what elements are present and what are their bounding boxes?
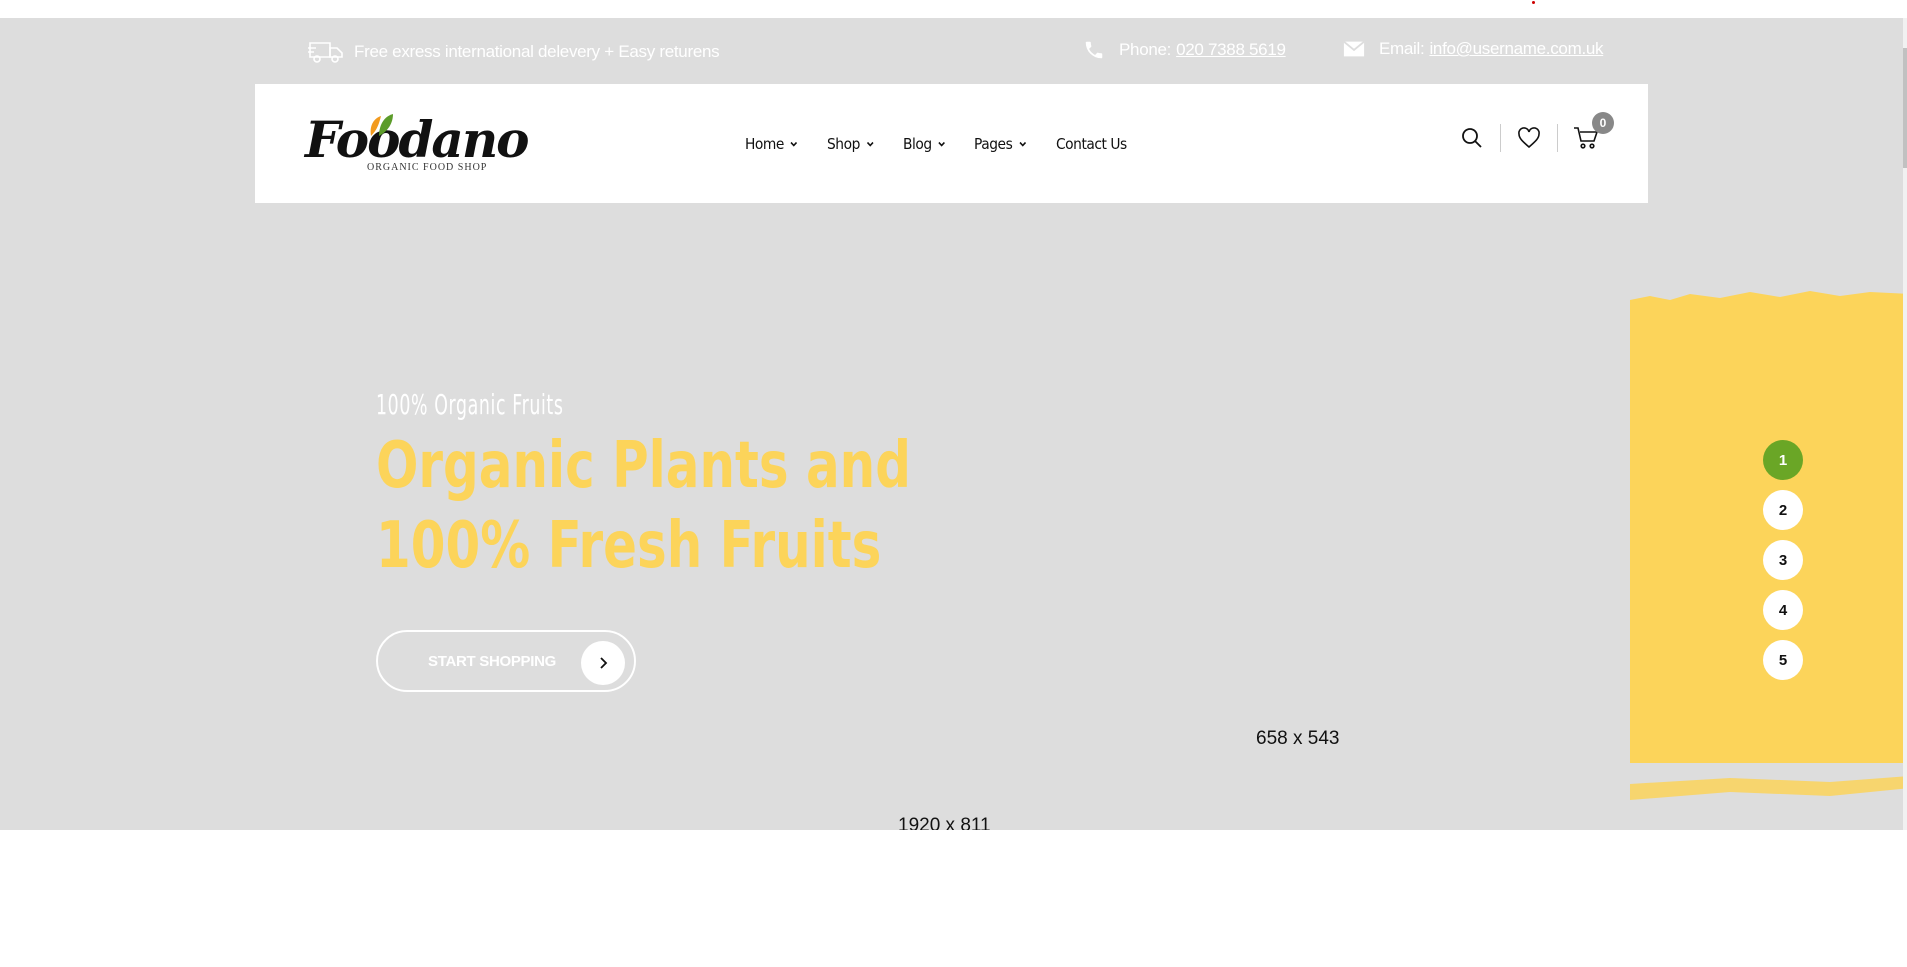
chevron-down-icon	[867, 141, 874, 147]
nav-item-pages[interactable]: Pages	[974, 135, 1027, 153]
delivery-info: Free exress international delevery + Eas…	[308, 39, 720, 65]
divider	[1557, 124, 1558, 152]
cta-label: START SHOPPING	[428, 652, 557, 670]
email-label: Email:	[1379, 39, 1425, 58]
cart-button[interactable]: 0	[1572, 112, 1614, 152]
email-link[interactable]: info@username.com.uk	[1429, 39, 1603, 59]
hero-title-line1: Organic Plants and	[376, 429, 911, 503]
hero-subtitle: 100% Organic Fruits	[376, 388, 564, 421]
page-scrollbar[interactable]	[1903, 18, 1907, 830]
cart-count-badge: 0	[1592, 112, 1614, 134]
divider	[1500, 124, 1501, 152]
hero-title-line2: 100% Fresh Fruits	[376, 509, 882, 583]
top-bar: Free exress international delevery + Eas…	[0, 18, 1903, 84]
main-nav: Home Shop Blog Pages Contact Us	[745, 84, 1133, 203]
slide-dot-4[interactable]: 4	[1763, 590, 1803, 630]
phone-link[interactable]: 020 7388 5619	[1176, 40, 1286, 60]
slide-dot-3[interactable]: 3	[1763, 540, 1803, 580]
image-placeholder-size: 658 x 543	[1256, 728, 1340, 749]
slide-dot-2[interactable]: 2	[1763, 490, 1803, 530]
start-shopping-button[interactable]: START SHOPPING	[376, 630, 636, 692]
nav-item-contact[interactable]: Contact Us	[1056, 135, 1127, 153]
leaf-icon	[370, 114, 393, 136]
red-marker	[1532, 1, 1535, 4]
chevron-down-icon	[1019, 141, 1026, 147]
slider-pagination: 1 2 3 4 5	[1763, 440, 1803, 680]
hero-section: Free exress international delevery + Eas…	[0, 18, 1903, 830]
nav-item-shop[interactable]: Shop	[827, 135, 875, 153]
nav-label: Contact Us	[1055, 134, 1127, 153]
phone-info: Phone: 020 7388 5619	[1083, 39, 1286, 61]
nav-label: Pages	[974, 134, 1013, 153]
nav-item-blog[interactable]: Blog	[903, 135, 946, 153]
logo-wordmark: Foodano	[305, 110, 530, 169]
delivery-truck-icon	[308, 42, 343, 63]
search-button[interactable]	[1458, 124, 1486, 152]
main-header: Foodano ORGANIC FOOD SHOP Home Shop Blog…	[255, 84, 1648, 203]
cta-arrow	[581, 641, 625, 685]
phone-label: Phone:	[1119, 40, 1172, 59]
search-icon	[1462, 128, 1482, 148]
delivery-text: Free exress international delevery + Eas…	[354, 42, 720, 61]
hero-title: Organic Plants and 100% Fresh Fruits	[376, 426, 911, 586]
site-logo[interactable]: Foodano ORGANIC FOOD SHOP	[305, 110, 530, 176]
chevron-down-icon	[790, 141, 798, 147]
nav-label: Blog	[903, 134, 932, 153]
nav-item-home[interactable]: Home	[745, 135, 799, 153]
wishlist-button[interactable]	[1515, 124, 1543, 152]
phone-icon	[1085, 41, 1103, 59]
heart-icon	[1518, 127, 1540, 149]
slide-dot-1[interactable]: 1	[1763, 440, 1803, 480]
nav-label: Shop	[827, 134, 861, 153]
chevron-down-icon	[938, 141, 946, 147]
logo-tagline: ORGANIC FOOD SHOP	[367, 162, 488, 173]
scrollbar-thumb[interactable]	[1903, 48, 1907, 168]
chevron-right-icon	[600, 657, 608, 669]
header-actions: 0	[1458, 112, 1614, 152]
background-placeholder-size: 1920 x 811	[898, 815, 991, 830]
mail-icon	[1343, 40, 1365, 57]
slide-dot-5[interactable]: 5	[1763, 640, 1803, 680]
nav-label: Home	[745, 134, 784, 153]
email-info: Email: info@username.com.uk	[1343, 39, 1604, 59]
